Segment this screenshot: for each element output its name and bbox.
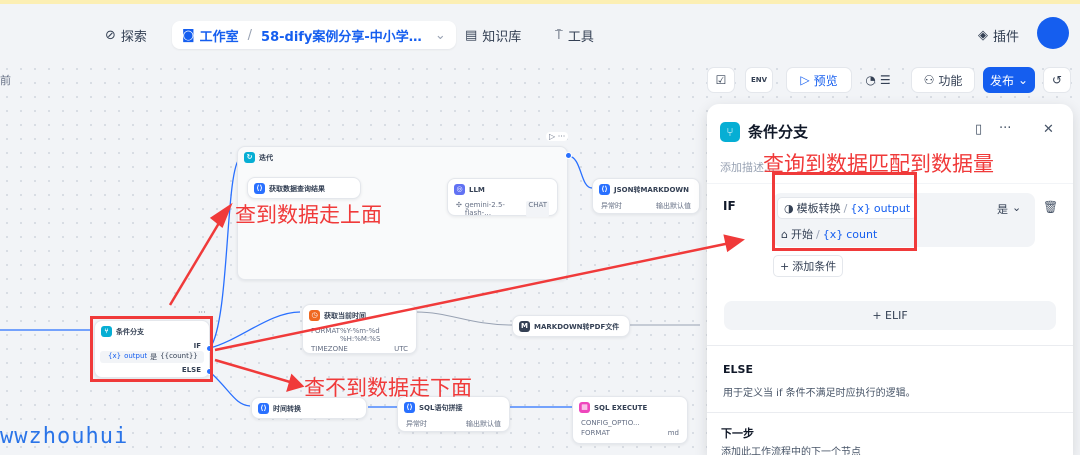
watermark: wwzhouhui — [0, 424, 129, 449]
annotation-arrows — [168, 202, 745, 392]
annotation-condition: 查询到数据匹配到数据量 — [763, 152, 994, 176]
annotation-else-path: 查不到数据走下面 — [304, 376, 472, 400]
annotation-if-path: 查到数据走上面 — [235, 203, 382, 227]
